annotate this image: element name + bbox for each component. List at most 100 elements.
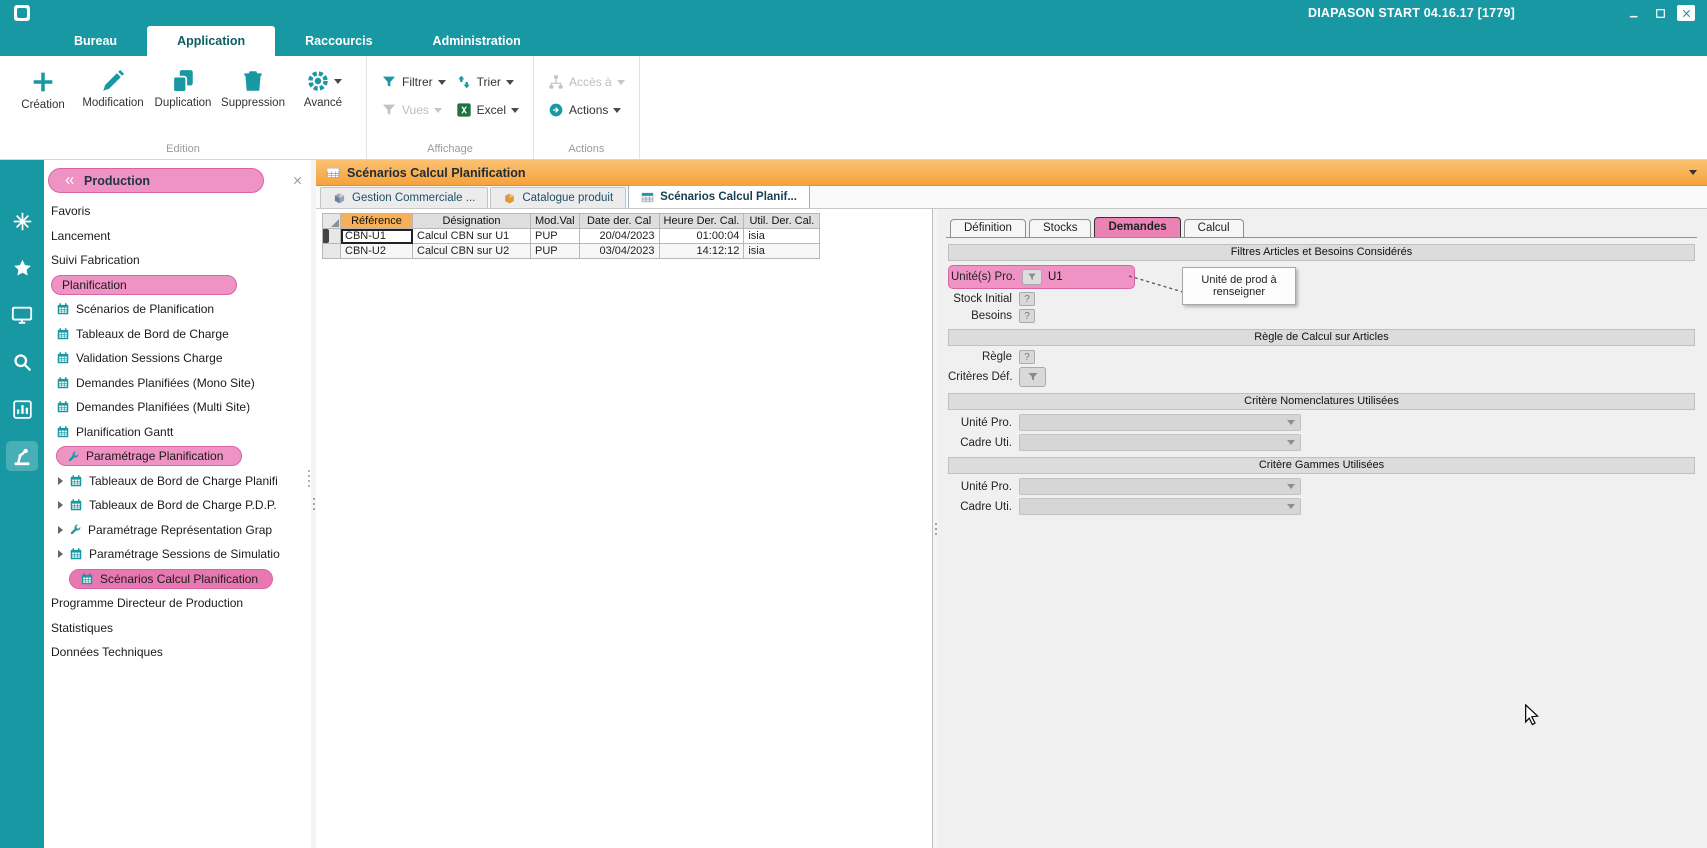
tooltip-connector	[1127, 271, 1185, 297]
expand-arrow-icon[interactable]	[58, 550, 63, 558]
sidebar-item-donnees-techniques[interactable]: Données Techniques	[44, 640, 311, 665]
sidebar-item-favoris[interactable]: Favoris	[44, 199, 311, 224]
gammes-cadre-select[interactable]	[1019, 498, 1301, 515]
cell-util[interactable]: isia	[744, 229, 820, 244]
tab-gestion-commerciale[interactable]: Gestion Commerciale ...	[320, 187, 488, 208]
sidebar-item-parametrage-representation-graphique[interactable]: Paramétrage Représentation Grap	[44, 518, 311, 543]
tab-definition[interactable]: Définition	[950, 219, 1026, 237]
cell-reference[interactable]: CBN-U2	[341, 244, 413, 259]
cell-reference[interactable]: CBN-U1	[341, 229, 413, 244]
trash-icon	[240, 68, 266, 94]
suppression-button[interactable]: Suppression	[218, 60, 288, 109]
cell-date[interactable]: 03/04/2023	[579, 244, 659, 259]
column-header-heure-der-cal[interactable]: Heure Der. Cal.	[659, 214, 744, 229]
column-header-designation[interactable]: Désignation	[413, 214, 531, 229]
expand-arrow-icon[interactable]	[58, 501, 63, 509]
column-header-reference[interactable]: Référence	[341, 214, 413, 229]
section-header-nomenclatures: Critère Nomenclatures Utilisées	[948, 393, 1695, 410]
minimize-button[interactable]	[1625, 5, 1643, 21]
besoins-help-button[interactable]: ?	[1019, 309, 1035, 323]
sidebar-item-tableaux-bord-charge-pdp[interactable]: Tableaux de Bord de Charge P.D.P.	[44, 493, 311, 518]
menu-tab-administration[interactable]: Administration	[403, 26, 551, 56]
vues-button[interactable]: Vues	[381, 100, 446, 120]
tab-demandes[interactable]: Demandes	[1094, 217, 1180, 237]
cell-date[interactable]: 20/04/2023	[579, 229, 659, 244]
sidebar-item-parametrage-sessions-simulation[interactable]: Paramétrage Sessions de Simulatio	[44, 542, 311, 567]
sidebar-item-tableaux-bord-charge[interactable]: Tableaux de Bord de Charge	[44, 322, 311, 347]
gear-icon	[305, 68, 331, 94]
sort-icon	[456, 74, 472, 90]
column-header-modval[interactable]: Mod.Val	[531, 214, 580, 229]
table-row[interactable]: CBN-U1 Calcul CBN sur U1 PUP 20/04/2023 …	[323, 229, 820, 244]
sidebar-item-scenarios-calcul-planification[interactable]: Scénarios Calcul Planification	[44, 567, 311, 592]
filter-icon	[1027, 371, 1039, 383]
sidebar-item-scenarios-de-planification[interactable]: Scénarios de Planification	[44, 297, 311, 322]
cell-designation[interactable]: Calcul CBN sur U2	[413, 244, 531, 259]
cell-heure[interactable]: 01:00:04	[659, 229, 744, 244]
sidebar-item-tableaux-bord-charge-planifiee[interactable]: Tableaux de Bord de Charge Planifi	[44, 469, 311, 494]
unites-pro-filter-button[interactable]	[1022, 269, 1042, 285]
sidebar-item-demandes-planifiees-multi-site[interactable]: Demandes Planifiées (Multi Site)	[44, 395, 311, 420]
sidebar-splitter-handle[interactable]	[308, 470, 310, 487]
sidebar-item-programme-directeur-production[interactable]: Programme Directeur de Production	[44, 591, 311, 616]
tab-stocks[interactable]: Stocks	[1029, 219, 1092, 237]
monitor-icon[interactable]	[6, 300, 38, 330]
column-header-date-der-cal[interactable]: Date der. Cal	[579, 214, 659, 229]
column-header-util-der-cal[interactable]: Util. Der. Cal.	[744, 214, 820, 229]
avance-button[interactable]: Avancé	[288, 60, 358, 109]
stock-initial-help-button[interactable]: ?	[1019, 292, 1035, 306]
gammes-unite-select[interactable]	[1019, 478, 1301, 495]
menu-tab-application[interactable]: Application	[147, 26, 275, 56]
sidebar-item-lancement[interactable]: Lancement	[44, 224, 311, 249]
row-marker	[323, 229, 341, 244]
sidebar-item-planification-gantt[interactable]: Planification Gantt	[44, 420, 311, 445]
unites-pro-field[interactable]: Unité(s) Pro. U1	[948, 265, 1135, 289]
criteres-def-button[interactable]	[1019, 367, 1046, 387]
search-icon[interactable]	[6, 347, 38, 377]
sidebar-item-planification[interactable]: Planification	[44, 273, 311, 298]
filtrer-button[interactable]: Filtrer	[381, 72, 446, 92]
regle-help-button[interactable]: ?	[1019, 350, 1035, 364]
menu-tab-bureau[interactable]: Bureau	[44, 26, 147, 56]
menu-tab-raccourcis[interactable]: Raccourcis	[275, 26, 402, 56]
expand-arrow-icon[interactable]	[58, 526, 63, 534]
cell-designation[interactable]: Calcul CBN sur U1	[413, 229, 531, 244]
sidebar-item-parametrage-planification[interactable]: Paramétrage Planification	[44, 444, 311, 469]
cell-heure[interactable]: 14:12:12	[659, 244, 744, 259]
table-row[interactable]: CBN-U2 Calcul CBN sur U2 PUP 03/04/2023 …	[323, 244, 820, 259]
regle-label: Règle	[948, 351, 1012, 363]
cell-modval[interactable]: PUP	[531, 244, 580, 259]
acces-a-button[interactable]: Accès à	[548, 72, 625, 92]
close-button[interactable]	[1677, 5, 1695, 21]
header-chevron-down-icon[interactable]	[1689, 170, 1697, 175]
collapse-chevrons-icon[interactable]	[63, 174, 76, 187]
select-all-corner[interactable]	[323, 214, 341, 229]
actions-button[interactable]: Actions	[548, 100, 625, 120]
modules-icon[interactable]	[6, 206, 38, 236]
sidebar-close-icon[interactable]	[292, 175, 303, 186]
sidebar-item-suivi-fabrication[interactable]: Suivi Fabrication	[44, 248, 311, 273]
trier-button[interactable]: Trier	[456, 72, 519, 92]
nomenclature-unite-select[interactable]	[1019, 414, 1301, 431]
content-area: Scénarios Calcul Planification Gestion C…	[316, 160, 1707, 848]
sidebar-item-validation-sessions-charge[interactable]: Validation Sessions Charge	[44, 346, 311, 371]
modification-button[interactable]: Modification	[78, 60, 148, 109]
cell-util[interactable]: isia	[744, 244, 820, 259]
production-robot-icon[interactable]	[6, 441, 38, 471]
creation-button[interactable]: Création	[8, 60, 78, 111]
duplication-button[interactable]: Duplication	[148, 60, 218, 109]
tab-calcul[interactable]: Calcul	[1184, 219, 1244, 237]
excel-button[interactable]: Excel	[456, 100, 519, 120]
document-tabstrip: Gestion Commerciale ... Catalogue produi…	[316, 186, 1707, 209]
cell-modval[interactable]: PUP	[531, 229, 580, 244]
tab-catalogue-produit[interactable]: Catalogue produit	[490, 187, 626, 208]
expand-arrow-icon[interactable]	[58, 477, 63, 485]
tab-scenarios-calcul-planif[interactable]: Scénarios Calcul Planif...	[628, 185, 810, 208]
sidebar-header-production[interactable]: Production	[48, 168, 264, 193]
nomenclature-cadre-select[interactable]	[1019, 434, 1301, 451]
favorites-star-icon[interactable]	[6, 253, 38, 283]
chart-icon[interactable]	[6, 394, 38, 424]
sidebar-item-demandes-planifiees-mono-site[interactable]: Demandes Planifiées (Mono Site)	[44, 371, 311, 396]
sidebar-item-statistiques[interactable]: Statistiques	[44, 616, 311, 641]
maximize-button[interactable]	[1651, 5, 1669, 21]
